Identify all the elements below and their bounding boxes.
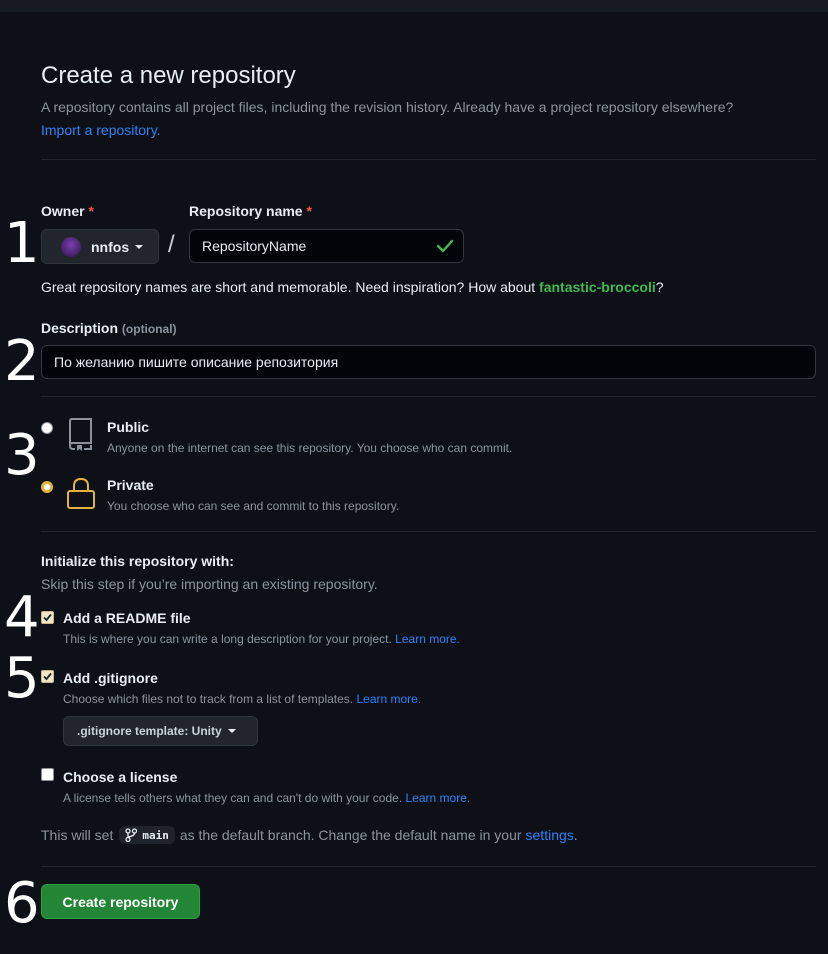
owner-label: Owner * (41, 203, 94, 219)
divider (41, 531, 816, 532)
license-desc-text: A license tells others what they can and… (63, 791, 403, 805)
divider (41, 159, 816, 160)
annotation-5: 5 (4, 646, 40, 711)
license-learn-more-link[interactable]: Learn more. (406, 791, 471, 805)
chevron-down-icon (227, 729, 236, 733)
branch-note: This will set main as the default branch… (41, 826, 578, 844)
public-radio[interactable] (41, 422, 53, 434)
description-label: Description (optional) (41, 320, 177, 336)
annotation-3: 3 (4, 423, 40, 488)
annotation-1: 1 (4, 211, 40, 276)
required-mark: * (88, 203, 94, 219)
repo-name-label: Repository name * (189, 203, 312, 219)
gitignore-template-label: .gitignore template: Unity (77, 724, 222, 738)
branch-note-middle: as the default branch. Change the defaul… (179, 827, 522, 843)
page-title: Create a new repository (41, 62, 296, 89)
chevron-down-icon (135, 244, 144, 249)
name-hint-end: ? (655, 279, 664, 295)
license-checkbox[interactable] (41, 768, 54, 781)
name-suggestion-link[interactable]: fantastic-broccoli (539, 279, 656, 295)
import-repository-link[interactable]: Import a repository. (41, 122, 161, 138)
readme-desc-text: This is where you can write a long descr… (63, 632, 392, 646)
annotation-6: 6 (4, 871, 40, 936)
name-hint-text: Great repository names are short and mem… (41, 279, 536, 295)
gitignore-template-dropdown[interactable]: .gitignore template: Unity (63, 716, 258, 746)
owner-dropdown[interactable]: nnfos (41, 229, 159, 264)
divider (41, 396, 816, 397)
owner-repo-separator: / (168, 231, 175, 258)
public-desc: Anyone on the internet can see this repo… (107, 441, 513, 455)
branch-name: main (119, 826, 175, 844)
checkmark-icon (43, 613, 52, 622)
create-repository-button[interactable]: Create repository (41, 884, 200, 919)
description-input[interactable]: По желанию пишите описание репозитория (41, 345, 816, 379)
required-mark: * (306, 203, 312, 219)
repo-icon (69, 418, 92, 451)
readme-desc: This is where you can write a long descr… (63, 632, 460, 646)
optional-tag: (optional) (121, 322, 177, 336)
check-icon (437, 239, 453, 253)
branch-note-prefix: This will set (41, 827, 114, 843)
lock-icon (67, 477, 95, 509)
init-subtitle: Skip this step if you’re importing an ex… (41, 576, 378, 592)
gitignore-learn-more-link[interactable]: Learn more. (356, 692, 421, 706)
public-title: Public (107, 419, 150, 435)
description-value: По желанию пишите описание репозитория (54, 354, 339, 370)
top-bar (0, 0, 828, 12)
annotation-2: 2 (4, 329, 40, 394)
owner-label-text: Owner (41, 203, 85, 219)
private-title: Private (107, 477, 154, 493)
repo-name-value: RepositoryName (202, 238, 307, 254)
owner-name: nnfos (91, 238, 130, 255)
avatar (61, 236, 81, 257)
gitignore-desc-text: Choose which files not to track from a l… (63, 692, 354, 706)
readme-label: Add a README file (63, 610, 191, 626)
init-title: Initialize this repository with: (41, 553, 234, 569)
gitignore-desc: Choose which files not to track from a l… (63, 692, 421, 706)
license-desc: A license tells others what they can and… (63, 791, 470, 805)
git-branch-icon (125, 828, 138, 842)
name-hint: Great repository names are short and mem… (41, 279, 664, 295)
repo-name-input[interactable]: RepositoryName (189, 229, 464, 263)
branch-note-end: . (573, 827, 578, 843)
gitignore-label: Add .gitignore (63, 670, 158, 686)
description-label-text: Description (41, 320, 119, 336)
gitignore-checkbox[interactable] (41, 670, 54, 683)
checkmark-icon (43, 672, 52, 681)
repo-name-label-text: Repository name (189, 203, 303, 219)
private-desc: You choose who can see and commit to thi… (107, 499, 400, 513)
page-subtitle: A repository contains all project files,… (41, 99, 734, 115)
annotation-4: 4 (4, 585, 40, 650)
divider (41, 866, 816, 867)
settings-link[interactable]: settings (526, 827, 574, 843)
license-label: Choose a license (63, 769, 178, 785)
readme-checkbox[interactable] (41, 611, 54, 624)
branch-name-text: main (142, 828, 169, 842)
private-radio[interactable] (41, 481, 53, 493)
readme-learn-more-link[interactable]: Learn more. (395, 632, 460, 646)
